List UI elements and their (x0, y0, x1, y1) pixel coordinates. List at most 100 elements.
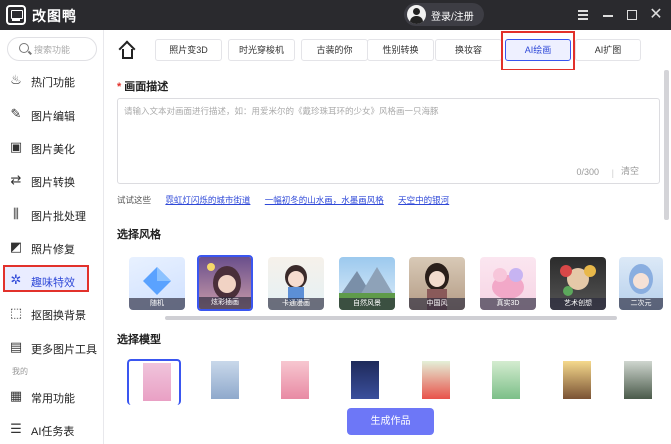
photo-repair-icon: ◩ (9, 239, 23, 254)
try-label: 试试这些 (117, 195, 152, 205)
sidebar-item-label: 抠图换背景 (31, 310, 86, 322)
model-thumbnail (492, 361, 520, 399)
tab-ancient-costume[interactable]: 古装的你 (301, 39, 368, 61)
model-thumbnail (351, 361, 379, 399)
close-icon[interactable]: ✕ (646, 5, 666, 25)
sidebar-item-label: 图片批处理 (31, 211, 86, 223)
model-title: 选择模型 (117, 334, 161, 346)
model-card[interactable] (408, 359, 462, 405)
model-card[interactable] (197, 359, 251, 405)
style-card-nature[interactable]: 自然风景 (339, 257, 395, 310)
grid-icon: ▦ (9, 388, 23, 403)
sidebar-item-label: AI任务表 (31, 426, 75, 438)
sidebar-item-image-convert[interactable]: ⇄ 图片转换 (5, 167, 97, 194)
cutout-icon: ⬚ (9, 305, 23, 320)
model-card[interactable] (610, 359, 662, 405)
model-thumbnail (143, 363, 171, 401)
model-card[interactable] (127, 359, 181, 405)
divider: | (611, 168, 614, 178)
toolbox-icon: ▤ (9, 339, 23, 354)
search-box[interactable] (7, 37, 97, 61)
prompt-box[interactable]: 0/300 | 清空 (117, 98, 660, 184)
style-card-chinese[interactable]: 中国风 (409, 257, 465, 310)
sidebar-item-label: 更多图片工具 (31, 344, 97, 356)
model-thumbnail (211, 361, 239, 399)
style-card-colorful-illustration[interactable]: 炫彩插画 (197, 255, 253, 311)
sidebar-item-label: 热门功能 (31, 77, 75, 89)
sidebar-item-label: 图片转换 (31, 177, 75, 189)
app-title: 改图鸭 (32, 8, 77, 24)
style-label: 中国风 (409, 298, 465, 310)
sidebar-item-label: 图片美化 (31, 144, 75, 156)
model-card[interactable] (267, 359, 321, 405)
style-label: 艺术创想 (550, 298, 606, 310)
sidebar-item-image-beautify[interactable]: ▣ 图片美化 (5, 134, 97, 161)
style-card-anime[interactable]: 二次元 (619, 257, 663, 310)
style-card-real-3d[interactable]: 真实3D (480, 257, 536, 310)
style-label: 真实3D (480, 298, 536, 310)
feature-tab-bar: 照片变3D 时光穿梭机 古装的你 性别转换 换妆容 AI绘画 AI扩图 (105, 30, 671, 71)
avatar (407, 5, 426, 24)
login-label: 登录/注册 (431, 12, 474, 23)
generate-button[interactable]: 生成作品 (347, 408, 434, 435)
style-horizontal-scrollbar[interactable] (165, 316, 617, 320)
sidebar-item-image-edit[interactable]: ✎ 图片编辑 (5, 101, 97, 128)
style-title: 选择风格 (117, 229, 161, 241)
sidebar-item-batch[interactable]: ⫼ 图片批处理 (5, 201, 97, 228)
image-convert-icon: ⇄ (10, 172, 22, 187)
sidebar-item-label: 常用功能 (31, 393, 75, 405)
tab-gender-swap[interactable]: 性别转换 (367, 39, 434, 61)
batch-icon: ⫼ (13, 206, 19, 221)
style-label: 随机 (129, 298, 185, 310)
main-content: *画面描述 0/300 | 清空 试试这些 霓虹灯闪烁的城市街道 一幅初冬的山水… (105, 70, 671, 444)
style-label: 自然风景 (339, 298, 395, 310)
sidebar-item-more-tools[interactable]: ▤ 更多图片工具 (5, 334, 97, 361)
description-title: * 画面描述 (117, 81, 169, 93)
style-label: 炫彩插画 (199, 297, 251, 309)
tab-ai-expand[interactable]: AI扩图 (575, 39, 641, 61)
suggestion-link[interactable]: 天空中的银河 (398, 195, 449, 205)
char-counter: 0/300 (576, 167, 599, 177)
sidebar-item-common[interactable]: ▦ 常用功能 (5, 383, 97, 410)
model-card[interactable] (549, 359, 603, 405)
style-card-art[interactable]: 艺术创想 (550, 257, 606, 310)
model-card[interactable] (478, 359, 532, 405)
minimize-icon[interactable] (598, 5, 618, 25)
home-icon[interactable] (117, 40, 141, 62)
try-suggestions: 试试这些 霓虹灯闪烁的城市街道 一幅初冬的山水画，水墨画风格 天空中的银河 (117, 194, 449, 208)
sidebar-item-ai-tasks[interactable]: ☰ AI任务表 (5, 416, 97, 443)
tab-makeup[interactable]: 换妆容 (435, 39, 502, 61)
style-card-random[interactable]: 随机 (129, 257, 185, 310)
sidebar-item-hot[interactable]: ♨ 热门功能 (5, 67, 97, 94)
sidebar-section-mine: 我的 (12, 367, 28, 376)
model-card[interactable] (337, 359, 391, 405)
suggestion-link[interactable]: 霓虹灯闪烁的城市街道 (165, 195, 250, 205)
prompt-input[interactable] (124, 105, 654, 165)
search-input[interactable] (34, 42, 94, 57)
flame-icon: ♨ (10, 72, 22, 87)
active-tab-highlight (501, 31, 575, 71)
model-thumbnail (624, 361, 652, 399)
maximize-icon[interactable] (622, 5, 642, 25)
style-label: 二次元 (619, 298, 663, 310)
suggestion-link[interactable]: 一幅初冬的山水画，水墨画风格 (265, 195, 384, 205)
sidebar-item-label: 趣味特效 (31, 277, 75, 289)
search-icon (19, 43, 29, 53)
clear-button[interactable]: 清空 (621, 164, 639, 177)
sidebar-item-photo-repair[interactable]: ◩ 照片修复 (5, 234, 97, 261)
model-thumbnail (281, 361, 309, 399)
menu-icon[interactable] (573, 5, 593, 25)
content-vertical-scrollbar[interactable] (664, 70, 669, 220)
model-thumbnail (563, 361, 591, 399)
sidebar-item-cutout[interactable]: ⬚ 抠图换背景 (5, 300, 97, 327)
image-edit-icon: ✎ (10, 106, 22, 121)
model-thumbnail (422, 361, 450, 399)
sidebar-item-fun-effects[interactable]: ✲ 趣味特效 (3, 265, 89, 292)
image-beautify-icon: ▣ (9, 139, 23, 154)
style-card-cartoon[interactable]: 卡通漫画 (268, 257, 324, 310)
tab-photo-3d[interactable]: 照片变3D (155, 39, 222, 61)
login-button[interactable]: 登录/注册 (404, 3, 484, 26)
sidebar: ♨ 热门功能 ✎ 图片编辑 ▣ 图片美化 ⇄ 图片转换 ⫼ 图片批处理 ◩ 照片… (0, 30, 104, 444)
style-label: 卡通漫画 (268, 298, 324, 310)
tab-time-machine[interactable]: 时光穿梭机 (228, 39, 295, 61)
